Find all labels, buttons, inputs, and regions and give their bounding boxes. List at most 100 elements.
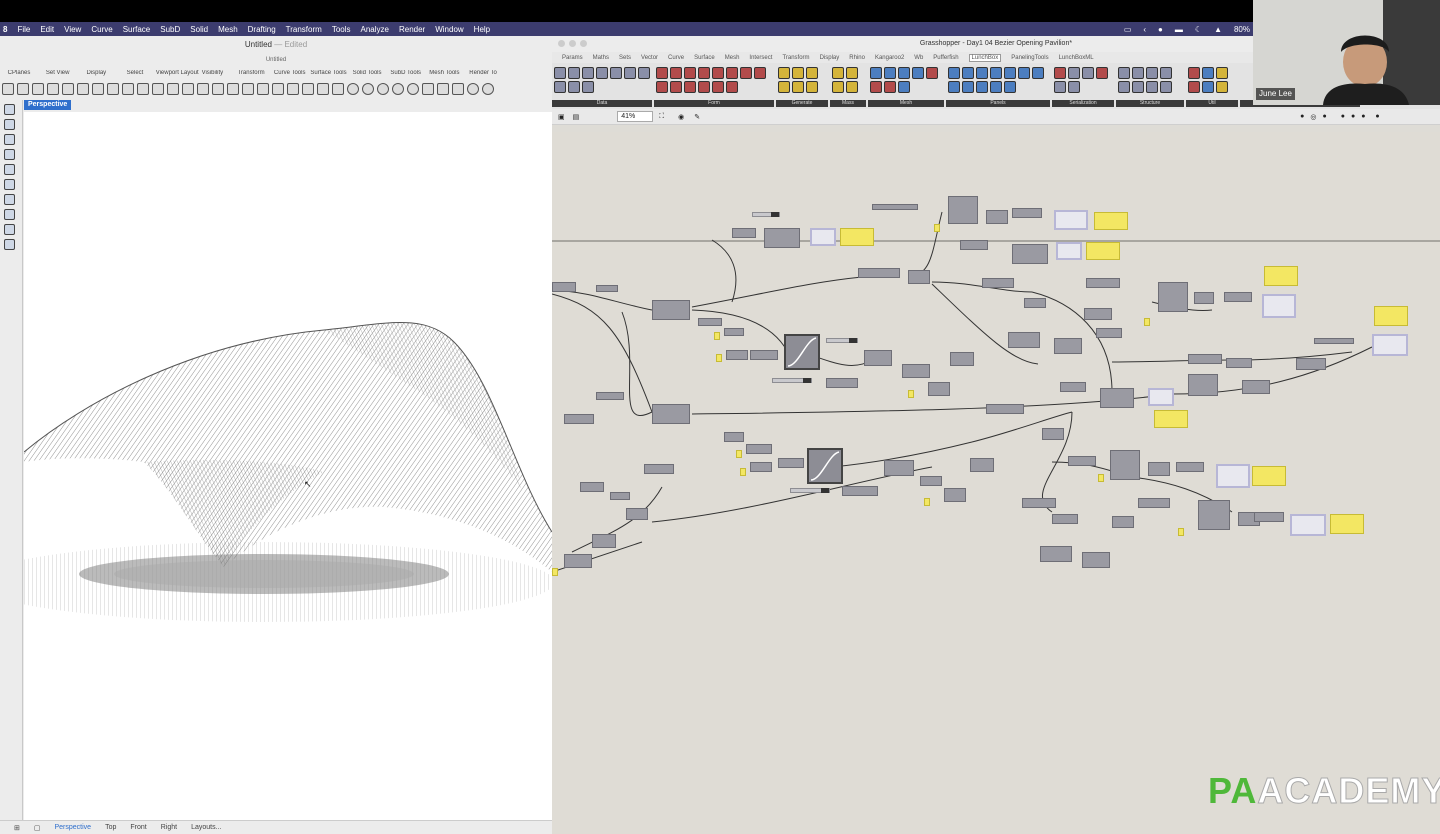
app-menu-icon[interactable]: 8 (3, 25, 7, 34)
component-icon[interactable] (1032, 67, 1044, 79)
tab-maths[interactable]: Maths (593, 55, 609, 61)
menu-analyze[interactable]: Analyze (361, 25, 389, 34)
gh-component[interactable] (872, 204, 918, 210)
gh-component[interactable] (884, 460, 914, 476)
gh-component[interactable] (596, 392, 624, 400)
component-icon[interactable] (624, 67, 636, 79)
gh-component[interactable] (596, 285, 618, 292)
gh-panel[interactable] (1154, 410, 1188, 428)
component-icon[interactable] (962, 81, 974, 93)
component-icon[interactable] (1004, 81, 1016, 93)
gh-panel-small[interactable] (924, 498, 930, 506)
color-circle-icon[interactable] (347, 83, 359, 95)
menu-solid[interactable]: Solid (190, 25, 208, 34)
rendered-sphere-icon[interactable] (392, 83, 404, 95)
menu-transform[interactable]: Transform (286, 25, 322, 34)
gh-component[interactable] (1040, 546, 1072, 562)
tab-panelingtools[interactable]: PanelingTools (1011, 55, 1048, 61)
component-icon[interactable] (1118, 81, 1130, 93)
gh-panel-small[interactable] (1178, 528, 1184, 536)
gh-preview[interactable] (1372, 334, 1408, 356)
pan-icon[interactable] (122, 83, 134, 95)
component-icon[interactable] (582, 81, 594, 93)
tab-intersect[interactable]: Intersect (749, 55, 772, 61)
component-icon[interactable] (884, 67, 896, 79)
component-icon[interactable] (726, 81, 738, 93)
component-icon[interactable] (870, 81, 882, 93)
rectangle-tool-icon[interactable] (4, 134, 15, 145)
circle-icon[interactable]: ● (1158, 25, 1163, 34)
component-icon[interactable] (898, 67, 910, 79)
gh-component[interactable] (746, 444, 772, 454)
curve-tool-icon[interactable] (4, 149, 15, 160)
tab-transform[interactable]: Transform (782, 55, 809, 61)
component-icon[interactable] (1118, 67, 1130, 79)
tab-subd-tools[interactable]: SubD Tools (388, 70, 424, 76)
gh-component[interactable] (778, 458, 804, 468)
gh-component[interactable] (864, 350, 892, 366)
lock-icon[interactable] (1068, 67, 1080, 79)
gh-component[interactable] (1176, 462, 1204, 472)
new-icon[interactable] (2, 83, 14, 95)
tab-rhino[interactable]: Rhino (849, 55, 865, 61)
tab-curve-tools[interactable]: Curve Tools (272, 70, 308, 76)
menu-surface[interactable]: Surface (123, 25, 151, 34)
gh-component[interactable] (1112, 516, 1134, 528)
component-icon[interactable] (596, 67, 608, 79)
gh-component[interactable] (1296, 358, 1326, 370)
lock-icon[interactable] (317, 83, 329, 95)
component-icon[interactable] (684, 67, 696, 79)
tab-front[interactable]: Front (130, 824, 146, 831)
gh-component[interactable] (986, 210, 1008, 224)
selected-only-icon[interactable]: ● (1341, 113, 1345, 120)
component-icon[interactable] (656, 81, 668, 93)
gh-component[interactable] (1198, 500, 1230, 530)
gh-slider[interactable] (790, 488, 830, 493)
menu-render[interactable]: Render (399, 25, 425, 34)
open-file-icon[interactable]: ▣ (558, 113, 565, 121)
gh-canvas[interactable] (552, 132, 1440, 834)
tab-lunchboxml[interactable]: LunchBoxML (1059, 55, 1094, 61)
component-icon[interactable] (1146, 67, 1158, 79)
component-icon[interactable] (898, 81, 910, 93)
component-icon[interactable] (1146, 81, 1158, 93)
gh-panel[interactable] (1086, 242, 1120, 260)
component-icon[interactable] (990, 67, 1002, 79)
component-icon[interactable] (778, 81, 790, 93)
gh-component[interactable] (950, 352, 974, 366)
gh-component[interactable] (908, 270, 930, 284)
line-tool-icon[interactable] (4, 104, 15, 115)
cut-icon[interactable] (62, 83, 74, 95)
component-icon[interactable] (1216, 67, 1228, 79)
menu-view[interactable]: View (64, 25, 81, 34)
component-icon[interactable] (1188, 67, 1200, 79)
gh-component[interactable] (564, 554, 592, 568)
gh-component[interactable] (1008, 332, 1040, 348)
gh-component[interactable] (652, 404, 690, 424)
component-icon[interactable] (712, 81, 724, 93)
gh-component[interactable] (764, 228, 800, 248)
gh-component[interactable] (1012, 208, 1042, 218)
component-icon[interactable] (1132, 67, 1144, 79)
open-icon[interactable] (17, 83, 29, 95)
tab-surface-tools[interactable]: Surface Tools (310, 70, 346, 76)
menu-subd[interactable]: SubD (160, 25, 180, 34)
gh-graph-mapper[interactable] (807, 448, 843, 484)
component-icon[interactable] (582, 67, 594, 79)
gh-panel[interactable] (1264, 266, 1298, 286)
gh-slider[interactable] (826, 338, 858, 343)
gh-component[interactable] (732, 228, 756, 238)
gh-panel[interactable] (1330, 514, 1364, 534)
zoom-icon[interactable] (152, 83, 164, 95)
perspective-viewport[interactable]: ↖ (24, 112, 552, 820)
component-icon[interactable] (1188, 81, 1200, 93)
gh-component[interactable] (1224, 292, 1252, 302)
material-icon[interactable] (332, 83, 344, 95)
wireframe-icon[interactable]: ◎ (1310, 113, 1316, 121)
save-icon[interactable] (32, 83, 44, 95)
extrude-tool-icon[interactable] (4, 179, 15, 190)
gh-panel-small[interactable] (908, 390, 914, 398)
gh-preview[interactable] (1216, 464, 1250, 488)
gh-component[interactable] (986, 404, 1024, 414)
gh-component[interactable] (1068, 456, 1096, 466)
